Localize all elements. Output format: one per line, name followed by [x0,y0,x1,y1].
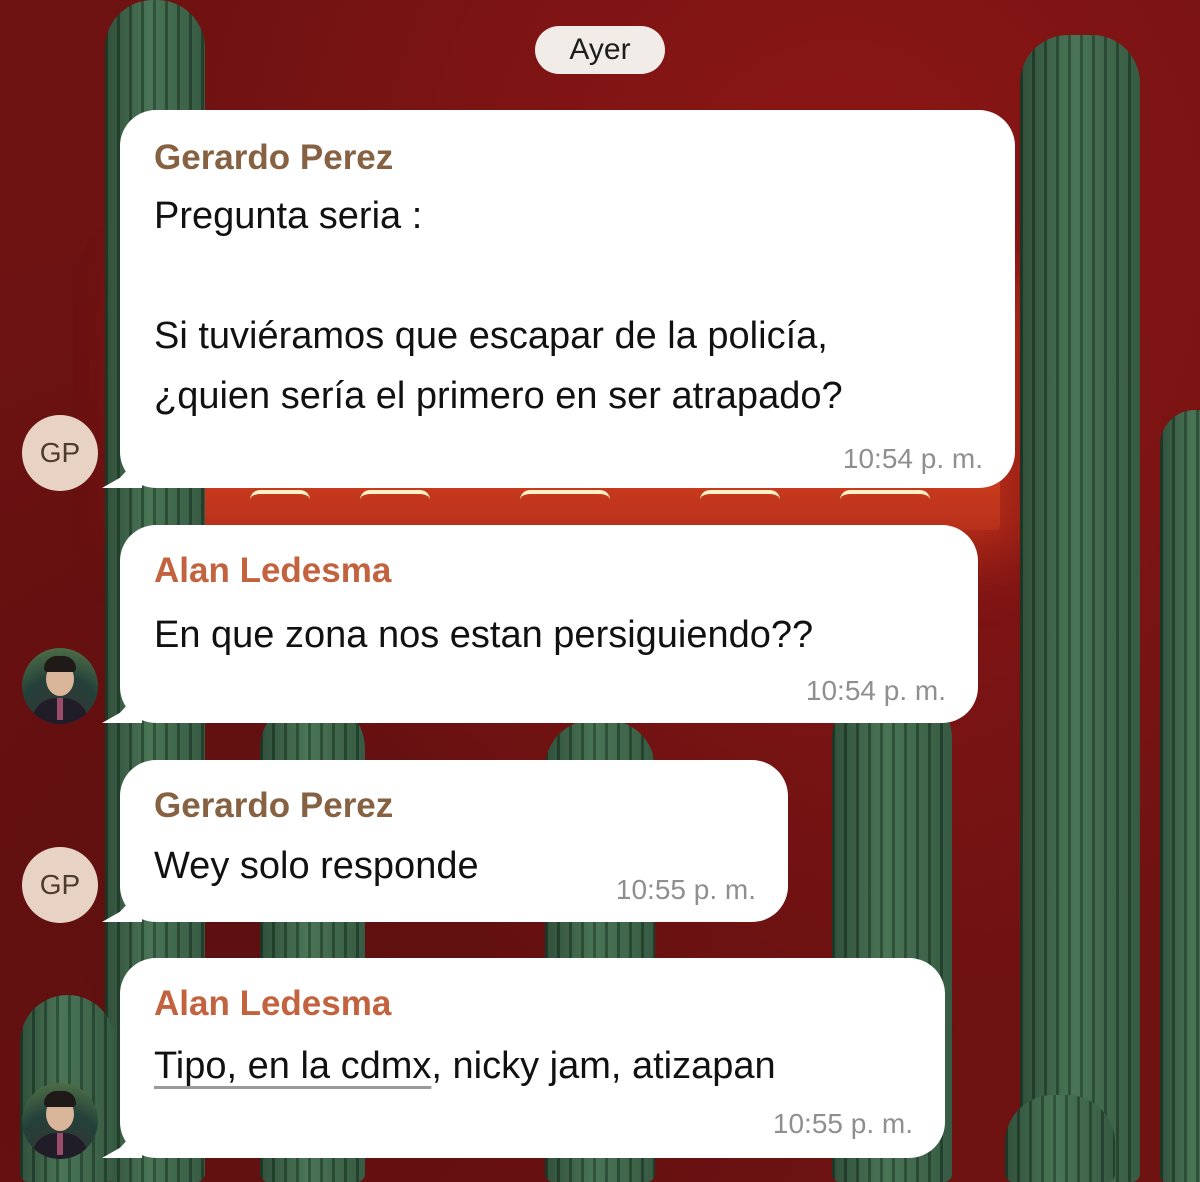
avatar-photo-detail [57,1133,63,1155]
message-bubble[interactable]: Gerardo Perez Pregunta seria : Si tuviér… [102,110,1015,488]
avatar[interactable]: GP [22,415,98,491]
message-bubble[interactable]: Alan Ledesma En que zona nos estan persi… [102,525,978,723]
message-text: Pregunta seria : [154,195,423,237]
message-timestamp: 10:55 p. m. [615,874,756,905]
message-link[interactable]: Tipo, en la cdmx [154,1045,431,1087]
cactus-decoration [1005,1095,1115,1182]
avatar[interactable]: GP [22,847,98,923]
message-timestamp: 10:54 p. m. [805,675,946,706]
message-text: Si tuviéramos que escapar de la policía, [154,315,828,357]
message-sender: Gerardo Perez [154,786,394,825]
cactus-decoration [1020,35,1140,1182]
message-text: En que zona nos estan persiguiendo?? [154,614,814,656]
avatar[interactable] [22,1083,98,1159]
message-timestamp: 10:54 p. m. [842,443,983,474]
neon-glyph [250,490,310,510]
message-timestamp: 10:55 p. m. [772,1108,913,1139]
avatar[interactable] [22,648,98,724]
date-separator: Ayer [535,26,665,74]
neon-glyph [520,490,610,510]
neon-glyph [840,490,930,510]
cactus-decoration [1160,410,1200,1182]
avatar-photo-detail [44,1091,76,1107]
neon-glyph [360,490,430,510]
avatar-photo-detail [57,698,63,720]
avatar-photo-detail [44,656,76,672]
message-bubble[interactable]: Gerardo Perez Wey solo responde 10:55 p.… [102,760,788,922]
message-text-fragment: , nicky jam, atizapan [431,1045,776,1087]
message-text: ¿quien sería el primero en ser atrapado? [154,375,843,417]
message-text: Wey solo responde [154,845,479,887]
neon-glyph [700,490,780,510]
message-sender: Alan Ledesma [154,551,392,590]
message-text: Tipo, en la cdmx, nicky jam, atizapan [154,1036,776,1096]
message-sender: Gerardo Perez [154,138,394,177]
message-sender: Alan Ledesma [154,984,392,1023]
message-bubble[interactable]: Alan Ledesma Tipo, en la cdmx, nicky jam… [102,958,945,1158]
